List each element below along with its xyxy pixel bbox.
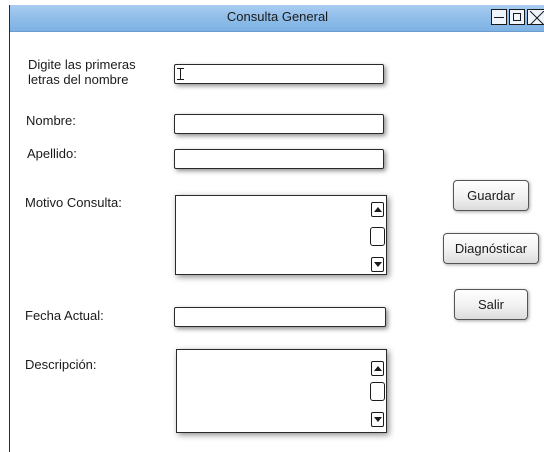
descripcion-label: Descripción: xyxy=(25,357,97,372)
nombre-label: Nombre: xyxy=(26,113,76,128)
scroll-up-icon[interactable] xyxy=(371,202,384,217)
salir-button[interactable]: Salir xyxy=(454,289,528,320)
close-icon[interactable] xyxy=(527,9,544,25)
fecha-field[interactable] xyxy=(174,307,386,327)
nombre-field[interactable] xyxy=(174,114,384,134)
scroll-up-icon[interactable] xyxy=(371,361,384,376)
scroll-down-icon[interactable] xyxy=(371,412,384,427)
search-input-field[interactable] xyxy=(175,65,383,83)
maximize-icon[interactable] xyxy=(509,9,525,25)
scroll-thumb[interactable] xyxy=(370,382,385,401)
window-title: Consulta General xyxy=(226,9,329,24)
motivo-label: Motivo Consulta: xyxy=(25,195,122,210)
search-label: Digite las primeras letras del nombre xyxy=(28,57,136,87)
descripcion-textarea[interactable] xyxy=(176,349,387,433)
title-bar[interactable]: Consulta General xyxy=(10,5,544,32)
guardar-button[interactable]: Guardar xyxy=(453,180,529,211)
scroll-thumb[interactable] xyxy=(370,227,385,246)
apellido-field[interactable] xyxy=(174,149,384,169)
search-input[interactable] xyxy=(174,64,384,84)
fecha-input[interactable] xyxy=(175,308,385,326)
motivo-textarea[interactable] xyxy=(175,195,387,275)
fecha-label: Fecha Actual: xyxy=(25,308,104,323)
minimize-icon[interactable] xyxy=(491,9,507,25)
nombre-input[interactable] xyxy=(175,115,383,133)
descripcion-scrollbar[interactable] xyxy=(369,350,386,432)
apellido-input[interactable] xyxy=(175,150,383,168)
motivo-scrollbar[interactable] xyxy=(369,196,386,274)
text-cursor-icon xyxy=(177,68,186,80)
diagnosticar-button[interactable]: Diagnósticar xyxy=(443,233,539,264)
apellido-label: Apellido: xyxy=(27,146,77,161)
scroll-down-icon[interactable] xyxy=(371,257,384,272)
consulta-general-window: Consulta General Digite las primeras let… xyxy=(9,5,544,452)
